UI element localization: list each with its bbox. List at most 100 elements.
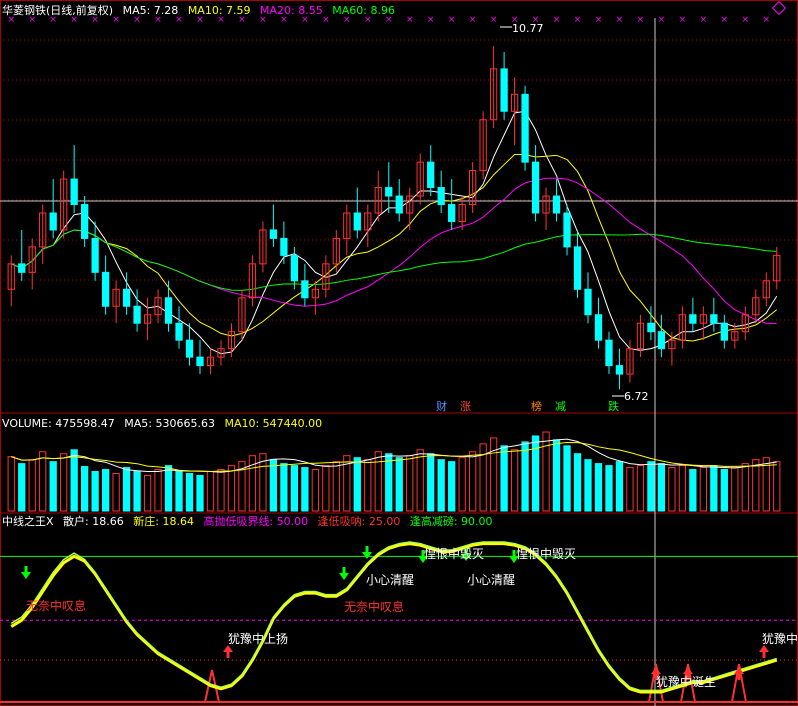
candle-body xyxy=(353,212,361,231)
volume-bar xyxy=(531,435,540,512)
volume-bar xyxy=(322,465,330,512)
volume-bar xyxy=(290,465,299,512)
volume-bar xyxy=(353,457,361,512)
event-tag-fall[interactable]: 跌 xyxy=(607,400,620,413)
event-tag-finance[interactable]: 财 xyxy=(435,400,448,413)
signal-marker: × xyxy=(448,15,456,25)
volume-bar xyxy=(657,463,666,512)
indicator-name: 中线之王X xyxy=(2,515,54,528)
volume-bar xyxy=(563,445,571,512)
ma10-value: MA10: 7.59 xyxy=(187,4,251,17)
volume-bar xyxy=(521,441,529,512)
volume-bar xyxy=(18,463,26,512)
volume-value: VOLUME: 475598.47 xyxy=(2,417,115,430)
signal-marker: × xyxy=(406,15,414,25)
event-tag-rise[interactable]: 涨 xyxy=(459,400,472,413)
candle-body xyxy=(185,339,194,358)
volume-bar xyxy=(752,459,760,512)
event-tag-reduce[interactable]: 减 xyxy=(554,400,567,413)
volume-bar xyxy=(552,439,561,512)
volume-bar xyxy=(133,471,141,512)
candle-body xyxy=(437,187,445,206)
volume-bar xyxy=(594,463,603,512)
annotation-helpless-sigh-2: 无奈中叹息 xyxy=(344,600,405,614)
candle-body xyxy=(133,305,141,324)
volume-bar xyxy=(143,474,152,512)
volume-bar xyxy=(510,449,519,512)
volume-bar xyxy=(364,459,372,512)
annotation-hesitant-rise: 犹豫中上扬 xyxy=(228,632,289,646)
ma5-line xyxy=(11,110,778,355)
volume-bar xyxy=(280,463,288,512)
candle-body xyxy=(594,314,603,341)
volume-ma5-value: MA5: 530665.63 xyxy=(124,417,215,430)
signal-marker: × xyxy=(679,15,687,25)
volume-bar xyxy=(332,461,340,512)
volume-bar xyxy=(206,471,215,512)
green-arrow-down-icon xyxy=(339,573,349,580)
price-high-label: 10.77 xyxy=(512,22,544,35)
volume-bar xyxy=(773,461,781,512)
signal-marker: × xyxy=(700,15,708,25)
signal-marker: × xyxy=(490,15,498,25)
volume-bar xyxy=(615,461,624,512)
red-arrow-up-icon xyxy=(651,667,661,674)
candle-body xyxy=(500,68,508,112)
candle-body xyxy=(531,161,540,214)
volume-bar xyxy=(122,467,131,512)
candle-body xyxy=(301,280,309,299)
candle-body xyxy=(573,246,582,290)
volume-ma10-value: MA10: 547440.00 xyxy=(224,417,323,430)
annotation-fear-destroy-2: 惶恨中毁灭 xyxy=(516,547,577,561)
signal-marker: × xyxy=(721,15,729,25)
candle-body xyxy=(81,204,89,239)
volume-bar xyxy=(154,469,162,512)
candle-body xyxy=(720,322,728,341)
volume-bar xyxy=(699,467,707,512)
annotation-hesitant-edge: 犹豫中 xyxy=(762,632,798,646)
candle-body xyxy=(615,365,624,375)
candle-body xyxy=(647,322,655,333)
volume-bar xyxy=(678,465,687,512)
volume-bar xyxy=(385,453,393,512)
volume-bar xyxy=(689,469,697,512)
volume-bar xyxy=(406,455,414,512)
annotation-fear-destroy-1: 惶恨中毁灭 xyxy=(424,547,485,561)
low-buy-value: 逢低吸呐: 25.00 xyxy=(317,515,401,528)
volume-bar xyxy=(164,465,173,512)
ma5-value: MA5: 7.28 xyxy=(122,4,179,17)
candle-body xyxy=(49,212,57,231)
signal-marker: × xyxy=(742,15,750,25)
event-tag-board[interactable]: 榜 xyxy=(530,400,543,413)
price-panel-header: 华菱钢铁(日线,前复权) MA5: 7.28 MA10: 7.59 MA20: … xyxy=(2,4,401,17)
green-arrow-down-icon xyxy=(362,552,372,559)
red-arrow-up-icon xyxy=(759,645,769,652)
price-low-label: 6.72 xyxy=(624,390,649,403)
volume-bar xyxy=(112,472,120,512)
volume-bar xyxy=(741,463,749,512)
new-dealer-line xyxy=(10,542,778,694)
volume-bar xyxy=(196,474,204,512)
volume-bar xyxy=(416,449,424,512)
volume-bar xyxy=(626,467,634,512)
candle-body xyxy=(280,237,288,256)
candle-body xyxy=(122,288,131,307)
candle-body xyxy=(521,93,529,163)
signal-marker: × xyxy=(595,15,603,25)
volume-bar xyxy=(437,459,445,512)
signal-marker: × xyxy=(762,15,770,25)
signal-marker: × xyxy=(616,15,624,25)
candle-body xyxy=(448,204,456,222)
volume-bar xyxy=(636,465,645,512)
volume-bar xyxy=(81,466,89,512)
ma60-value: MA60: 8.96 xyxy=(332,4,395,17)
retail-line xyxy=(10,541,777,692)
annotation-hesitant-born: 犹豫中诞生 xyxy=(656,675,717,689)
volume-bar xyxy=(175,471,183,512)
volume-bar xyxy=(91,471,99,512)
red-arrow-up-icon-stem xyxy=(762,652,766,658)
green-arrow-down-icon xyxy=(21,572,31,579)
candle-body xyxy=(290,254,299,282)
volume-bar xyxy=(49,461,57,512)
candle-body xyxy=(427,161,435,189)
